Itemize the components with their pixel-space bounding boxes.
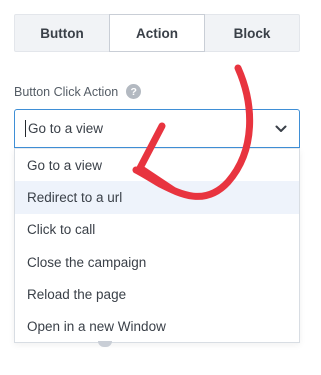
option-click-to-call[interactable]: Click to call	[15, 214, 299, 246]
partially-hidden-control	[98, 341, 112, 347]
field-label: Button Click Action	[14, 84, 119, 99]
dropdown-menu: Go to a view Redirect to a url Click to …	[14, 148, 300, 343]
tab-bar: Button Action Block	[14, 14, 300, 52]
button-click-action-label-row: Button Click Action ?	[14, 84, 142, 99]
option-reload-the-page[interactable]: Reload the page	[15, 278, 299, 310]
tab-button[interactable]: Button	[15, 15, 109, 51]
select-value: Go to a view	[28, 121, 104, 136]
option-open-in-a-new-window[interactable]: Open in a new Window	[15, 310, 299, 342]
click-action-select[interactable]: Go to a view	[14, 109, 300, 148]
option-go-to-a-view[interactable]: Go to a view	[15, 149, 299, 181]
option-redirect-to-a-url[interactable]: Redirect to a url	[15, 181, 299, 214]
chevron-down-icon	[275, 125, 287, 132]
text-cursor	[25, 120, 26, 137]
tab-action[interactable]: Action	[109, 14, 205, 52]
question-mark-icon[interactable]: ?	[126, 84, 142, 99]
option-close-the-campaign[interactable]: Close the campaign	[15, 246, 299, 278]
tab-block[interactable]: Block	[205, 15, 299, 51]
